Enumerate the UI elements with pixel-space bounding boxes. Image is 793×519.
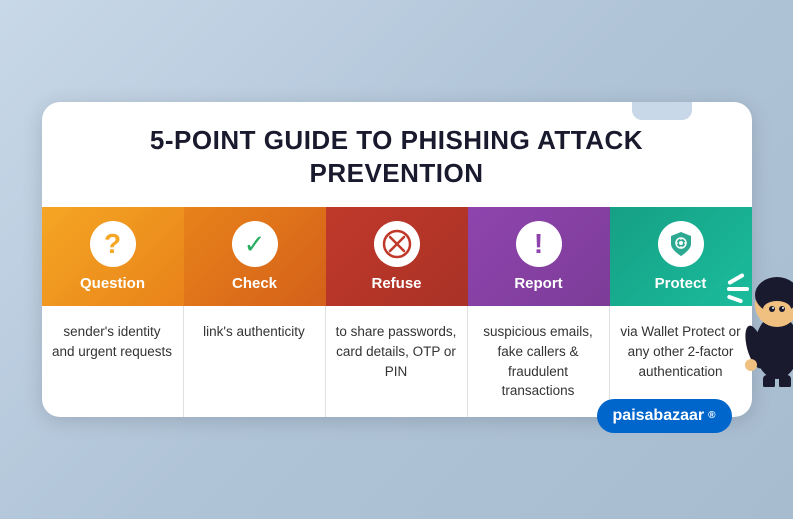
brand-text: paisabazaar	[613, 407, 705, 425]
col-report: ! Report suspicious emails, fake callers…	[468, 207, 610, 416]
col-refuse-label: Refuse	[371, 275, 421, 292]
col-check-body: link's authenticity	[184, 306, 326, 416]
brand-suffix: ®	[708, 410, 715, 421]
col-report-header: ! Report	[468, 207, 610, 306]
check-icon: ✓	[232, 221, 278, 267]
col-question-body: sender's identity and urgent requests	[42, 306, 184, 416]
col-protect: Protect via Wallet Protect or any other …	[610, 207, 752, 416]
thief-illustration	[737, 257, 793, 397]
col-question-header: ? Question	[42, 207, 184, 306]
col-protect-label: Protect	[655, 275, 707, 292]
page-title: 5-POINT GUIDE TO PHISHING ATTACK PREVENT…	[72, 124, 722, 189]
sparkle-lines	[727, 277, 749, 301]
col-refuse: Refuse to share passwords, card details,…	[326, 207, 468, 416]
col-check: ✓ Check link's authenticity	[184, 207, 326, 416]
branding-badge: paisabazaar®	[597, 399, 732, 433]
sparkle-2	[727, 287, 749, 291]
columns-section: ? Question sender's identity and urgent …	[42, 207, 752, 416]
report-icon: !	[516, 221, 562, 267]
protect-icon	[658, 221, 704, 267]
main-card: 5-POINT GUIDE TO PHISHING ATTACK PREVENT…	[42, 102, 752, 416]
col-refuse-body: to share passwords, card details, OTP or…	[326, 306, 468, 416]
card-notch	[632, 102, 692, 120]
question-icon: ?	[90, 221, 136, 267]
col-report-label: Report	[514, 275, 562, 292]
refuse-icon	[374, 221, 420, 267]
col-question-label: Question	[80, 275, 145, 292]
col-question: ? Question sender's identity and urgent …	[42, 207, 184, 416]
col-check-label: Check	[232, 275, 277, 292]
col-check-header: ✓ Check	[184, 207, 326, 306]
col-report-body: suspicious emails, fake callers & fraudu…	[468, 306, 610, 416]
col-refuse-header: Refuse	[326, 207, 468, 306]
